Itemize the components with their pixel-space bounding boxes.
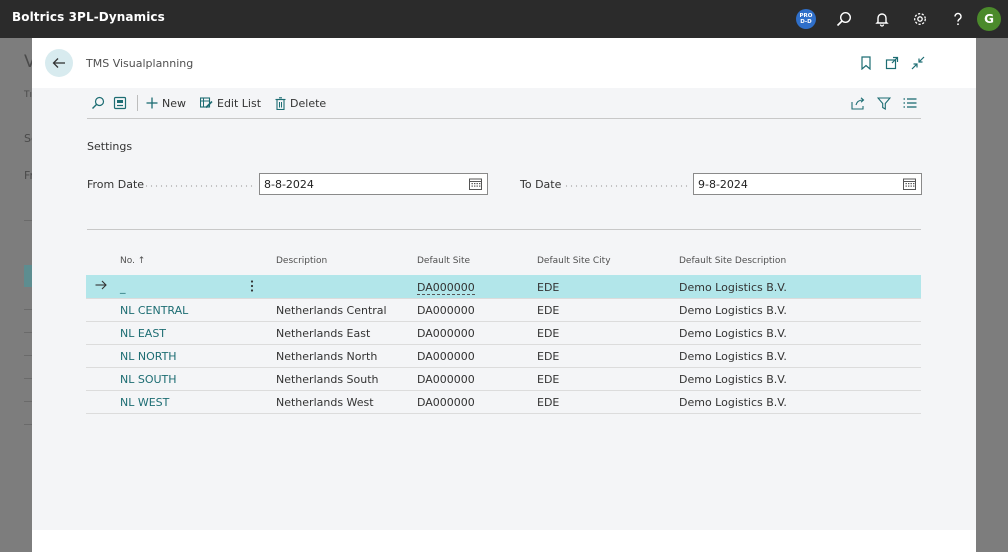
search-icon[interactable]: [825, 0, 863, 38]
page-title: TMS Visualplanning: [86, 57, 194, 70]
cell-default-site-description: Demo Logistics B.V.: [679, 396, 787, 409]
cell-no[interactable]: _: [120, 281, 126, 294]
cell-description: Netherlands East: [276, 327, 371, 340]
cell-default-site: DA000000: [417, 327, 475, 340]
cell-default-site: DA000000: [417, 396, 475, 409]
cell-no[interactable]: NL EAST: [120, 327, 166, 340]
field-leader-dots: [144, 185, 256, 187]
trash-icon: [275, 96, 286, 110]
bookmark-icon[interactable]: [858, 55, 874, 71]
settings-section-title: Settings: [87, 140, 133, 153]
table-row[interactable]: NL CENTRAL Netherlands Central DA000000 …: [86, 298, 921, 321]
calendar-icon[interactable]: [903, 178, 916, 190]
cell-no[interactable]: NL WEST: [120, 396, 169, 409]
collapse-icon[interactable]: [910, 55, 926, 71]
app-title[interactable]: Boltrics 3PL-Dynamics: [12, 10, 165, 24]
delete-button[interactable]: Delete: [275, 97, 326, 110]
from-date-field[interactable]: 8-8-2024: [259, 173, 488, 195]
cell-description: Netherlands South: [276, 373, 379, 386]
cell-description: Netherlands West: [276, 396, 374, 409]
field-leader-dots: [564, 185, 689, 187]
cell-default-site: DA000000: [417, 350, 475, 363]
cell-default-site-city: EDE: [537, 281, 560, 294]
cell-default-site-description: Demo Logistics B.V.: [679, 281, 787, 294]
column-header-description[interactable]: Description: [276, 256, 327, 266]
cell-no[interactable]: NL NORTH: [120, 350, 177, 363]
env-badge-line2: D-D: [800, 19, 812, 25]
bell-icon[interactable]: [863, 0, 901, 38]
calendar-icon[interactable]: [469, 178, 482, 190]
cell-default-site-city: EDE: [537, 373, 560, 386]
environment-badge[interactable]: PRO D-D: [787, 0, 825, 38]
from-date-label: From Date: [87, 178, 145, 191]
to-date-value: 9-8-2024: [698, 177, 748, 191]
edit-list-button[interactable]: Edit List: [200, 97, 261, 110]
data-table: No. ↑ Description Default Site Default S…: [86, 256, 921, 414]
cell-description: Netherlands Central: [276, 304, 387, 317]
section-divider: [87, 229, 921, 230]
open-new-window-icon[interactable]: [884, 55, 900, 71]
cell-no[interactable]: NL SOUTH: [120, 373, 177, 386]
cell-description: Netherlands North: [276, 350, 378, 363]
page-dialog: TMS Visualplanning New Edit List Delete: [32, 38, 976, 552]
cell-default-site-description: Demo Logistics B.V.: [679, 304, 787, 317]
filter-icon[interactable]: [875, 95, 893, 111]
row-indicator-arrow-icon: [95, 280, 107, 293]
table-row[interactable]: NL WEST Netherlands West DA000000 EDE De…: [86, 390, 921, 413]
plus-icon: [146, 97, 158, 109]
edit-list-label: Edit List: [217, 96, 262, 110]
cell-default-site-city: EDE: [537, 304, 560, 317]
table-header: No. ↑ Description Default Site Default S…: [86, 256, 921, 275]
list-view-icon[interactable]: [901, 95, 919, 111]
column-header-default-site-city[interactable]: Default Site City: [537, 256, 611, 266]
column-header-default-site-description[interactable]: Default Site Description: [679, 256, 786, 266]
toolbar-separator: [137, 95, 138, 111]
cell-default-site-city: EDE: [537, 350, 560, 363]
app-header: Boltrics 3PL-Dynamics PRO D-D G: [0, 0, 1008, 38]
table-row[interactable]: NL EAST Netherlands East DA000000 EDE De…: [86, 321, 921, 344]
cell-default-site-city: EDE: [537, 396, 560, 409]
column-header-default-site[interactable]: Default Site: [417, 256, 470, 266]
column-header-no[interactable]: No. ↑: [120, 256, 145, 266]
cell-default-site-description: Demo Logistics B.V.: [679, 350, 787, 363]
cell-default-site: DA000000: [417, 373, 475, 386]
share-icon[interactable]: [849, 95, 867, 111]
table-row[interactable]: NL SOUTH Netherlands South DA000000 EDE …: [86, 367, 921, 390]
new-button-label: New: [162, 96, 186, 110]
new-button[interactable]: New: [146, 97, 186, 110]
form-view-icon[interactable]: [109, 95, 131, 111]
to-date-field[interactable]: 9-8-2024: [693, 173, 922, 195]
from-date-value: 8-8-2024: [264, 177, 314, 191]
cell-default-site-description: Demo Logistics B.V.: [679, 327, 787, 340]
bg-fragment: Tı: [24, 90, 32, 100]
avatar[interactable]: G: [977, 7, 1001, 31]
action-bar: New Edit List Delete: [87, 88, 921, 119]
help-icon[interactable]: [939, 0, 977, 38]
table-row[interactable]: _ DA000000 EDE Demo Logistics B.V.: [86, 275, 921, 298]
cell-default-site-description: Demo Logistics B.V.: [679, 373, 787, 386]
table-row[interactable]: NL NORTH Netherlands North DA000000 EDE …: [86, 344, 921, 367]
delete-button-label: Delete: [290, 96, 327, 110]
back-button[interactable]: [45, 49, 73, 77]
to-date-label: To Date: [520, 178, 562, 191]
cell-default-site: DA000000: [417, 304, 475, 317]
row-menu-icon[interactable]: [250, 279, 254, 296]
gear-icon[interactable]: [901, 0, 939, 38]
edit-list-icon: [200, 97, 213, 109]
cell-no[interactable]: NL CENTRAL: [120, 304, 188, 317]
cell-default-site-city: EDE: [537, 327, 560, 340]
table-bottom-border: [86, 413, 921, 414]
arrow-left-icon: [52, 58, 65, 68]
search-icon[interactable]: [87, 95, 109, 111]
cell-default-site[interactable]: DA000000: [417, 281, 475, 295]
